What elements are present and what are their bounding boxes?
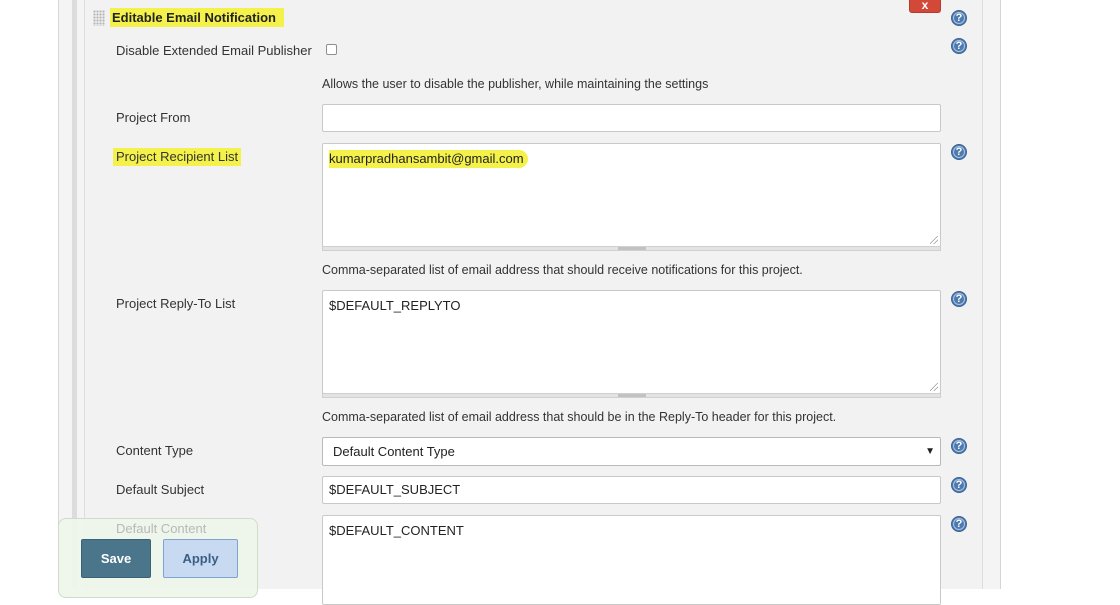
reply-to-textarea[interactable]: $DEFAULT_REPLYTO [322,290,941,394]
recipient-list-splitter[interactable] [322,246,941,251]
help-icon-default-subject[interactable]: ? [951,477,967,493]
disable-publisher-checkbox[interactable] [326,44,337,55]
help-icon-content-type[interactable]: ? [951,438,967,454]
dropdown-arrow-icon: ▼ [925,446,935,457]
content-type-label: Content Type [116,443,194,458]
content-type-selected: Default Content Type [333,444,455,459]
help-icon-recipient-list[interactable]: ? [951,144,967,160]
default-content-label: Default Content [116,521,207,536]
reply-to-label: Project Reply-To List [116,296,236,311]
default-subject-label: Default Subject [116,482,205,497]
help-icon-default-content[interactable]: ? [951,516,967,532]
disable-publisher-label: Disable Extended Email Publisher [116,43,312,58]
disable-publisher-description: Allows the user to disable the publisher… [322,77,709,91]
recipient-list-description: Comma-separated list of email address th… [322,263,803,277]
content-type-select[interactable]: Default Content Type ▼ [322,437,941,466]
project-from-input[interactable] [322,104,941,132]
drag-handle-icon[interactable] [93,10,105,26]
help-icon-reply-to[interactable]: ? [951,291,967,307]
apply-button[interactable]: Apply [163,539,238,578]
panel-rail [72,0,77,589]
section-title: Editable Email Notification [110,8,284,27]
default-subject-input[interactable]: $DEFAULT_SUBJECT [322,476,941,504]
resize-grip-icon[interactable] [930,236,938,244]
project-from-label: Project From [116,110,191,125]
save-button[interactable]: Save [81,539,151,578]
resize-grip-icon[interactable] [930,383,938,391]
recipient-list-value: kumarpradhansambit@gmail.com [329,150,528,168]
default-content-value: $DEFAULT_CONTENT [329,523,464,538]
default-content-textarea[interactable]: $DEFAULT_CONTENT [322,515,941,605]
recipient-list-label: Project Recipient List [113,148,242,166]
reply-to-splitter[interactable] [322,393,941,398]
reply-to-value: $DEFAULT_REPLYTO [329,298,461,313]
help-icon-section[interactable]: ? [951,10,967,26]
reply-to-description: Comma-separated list of email address th… [322,410,837,424]
recipient-list-textarea[interactable]: kumarpradhansambit@gmail.com [322,143,941,247]
help-icon-disable-publisher[interactable]: ? [951,38,967,54]
delete-section-button[interactable]: x [909,0,941,13]
